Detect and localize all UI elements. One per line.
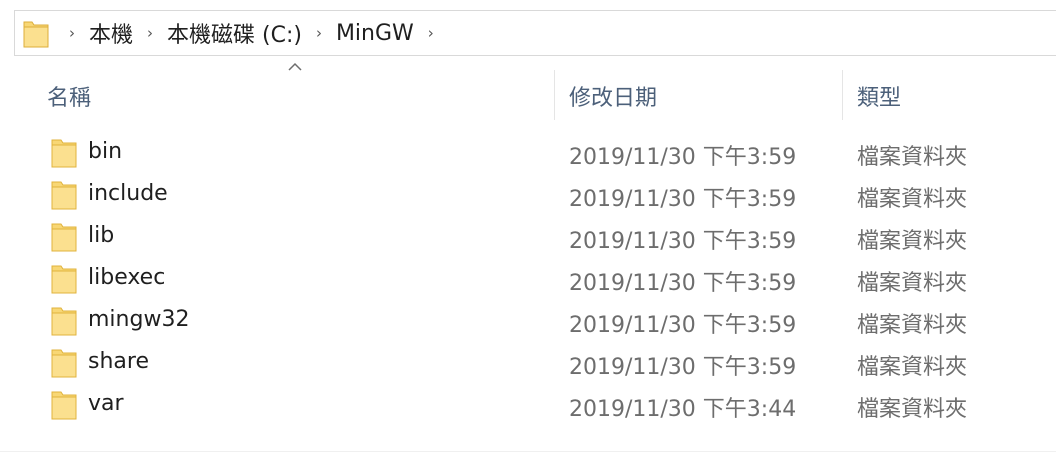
file-row[interactable]: include 2019/11/30 下午3:59 檔案資料夾 <box>20 175 1050 215</box>
file-type: 檔案資料夾 <box>857 271 968 296</box>
file-row[interactable]: libexec 2019/11/30 下午3:59 檔案資料夾 <box>20 259 1050 299</box>
file-name[interactable]: libexec <box>88 265 165 290</box>
sort-ascending-icon <box>288 62 302 71</box>
file-row[interactable]: lib 2019/11/30 下午3:59 檔案資料夾 <box>20 217 1050 257</box>
column-divider[interactable] <box>842 70 843 120</box>
address-bar[interactable]: › 本機 › 本機磁碟 (C:) › MinGW › <box>14 10 1056 56</box>
folder-icon <box>51 181 77 210</box>
file-row[interactable]: mingw32 2019/11/30 下午3:59 檔案資料夾 <box>20 301 1050 341</box>
breadcrumb-this-pc[interactable]: 本機 <box>85 17 137 49</box>
file-type: 檔案資料夾 <box>857 313 968 338</box>
folder-icon <box>51 223 77 252</box>
column-header-type[interactable]: 類型 <box>857 80 901 112</box>
folder-icon <box>51 307 77 336</box>
file-name[interactable]: bin <box>88 139 122 164</box>
file-row[interactable]: var 2019/11/30 下午3:44 檔案資料夾 <box>20 385 1050 425</box>
file-name[interactable]: share <box>88 349 149 374</box>
file-date-modified: 2019/11/30 下午3:59 <box>569 313 797 338</box>
column-header-date-modified[interactable]: 修改日期 <box>569 80 657 112</box>
file-date-modified: 2019/11/30 下午3:59 <box>569 187 797 212</box>
folder-icon <box>51 265 77 294</box>
folder-icon <box>51 391 77 420</box>
breadcrumb-local-disk[interactable]: 本機磁碟 (C:) <box>163 17 306 49</box>
folder-icon <box>23 21 49 48</box>
file-type: 檔案資料夾 <box>857 187 968 212</box>
file-date-modified: 2019/11/30 下午3:59 <box>569 145 797 170</box>
folder-icon <box>51 139 77 168</box>
file-date-modified: 2019/11/30 下午3:59 <box>569 271 797 296</box>
file-type: 檔案資料夾 <box>857 145 968 170</box>
file-type: 檔案資料夾 <box>857 355 968 380</box>
breadcrumb-mingw[interactable]: MinGW <box>332 21 418 46</box>
column-header-name[interactable]: 名稱 <box>47 80 91 112</box>
file-row[interactable]: share 2019/11/30 下午3:59 檔案資料夾 <box>20 343 1050 383</box>
file-type: 檔案資料夾 <box>857 229 968 254</box>
file-name[interactable]: var <box>88 391 124 416</box>
file-type: 檔案資料夾 <box>857 397 968 422</box>
chevron-right-icon[interactable]: › <box>306 24 332 42</box>
chevron-right-icon[interactable]: › <box>137 24 163 42</box>
file-date-modified: 2019/11/30 下午3:44 <box>569 397 797 422</box>
file-date-modified: 2019/11/30 下午3:59 <box>569 355 797 380</box>
file-date-modified: 2019/11/30 下午3:59 <box>569 229 797 254</box>
column-divider[interactable] <box>554 70 555 120</box>
file-explorer-window: › 本機 › 本機磁碟 (C:) › MinGW › 名稱 修改日期 類型 bi… <box>0 0 1056 454</box>
chevron-right-icon[interactable]: › <box>418 24 444 42</box>
folder-icon <box>51 349 77 378</box>
divider <box>0 451 1056 452</box>
file-name[interactable]: mingw32 <box>88 307 189 332</box>
file-name[interactable]: lib <box>88 223 114 248</box>
file-row[interactable]: bin 2019/11/30 下午3:59 檔案資料夾 <box>20 133 1050 173</box>
chevron-right-icon[interactable]: › <box>59 24 85 42</box>
file-name[interactable]: include <box>88 181 168 206</box>
